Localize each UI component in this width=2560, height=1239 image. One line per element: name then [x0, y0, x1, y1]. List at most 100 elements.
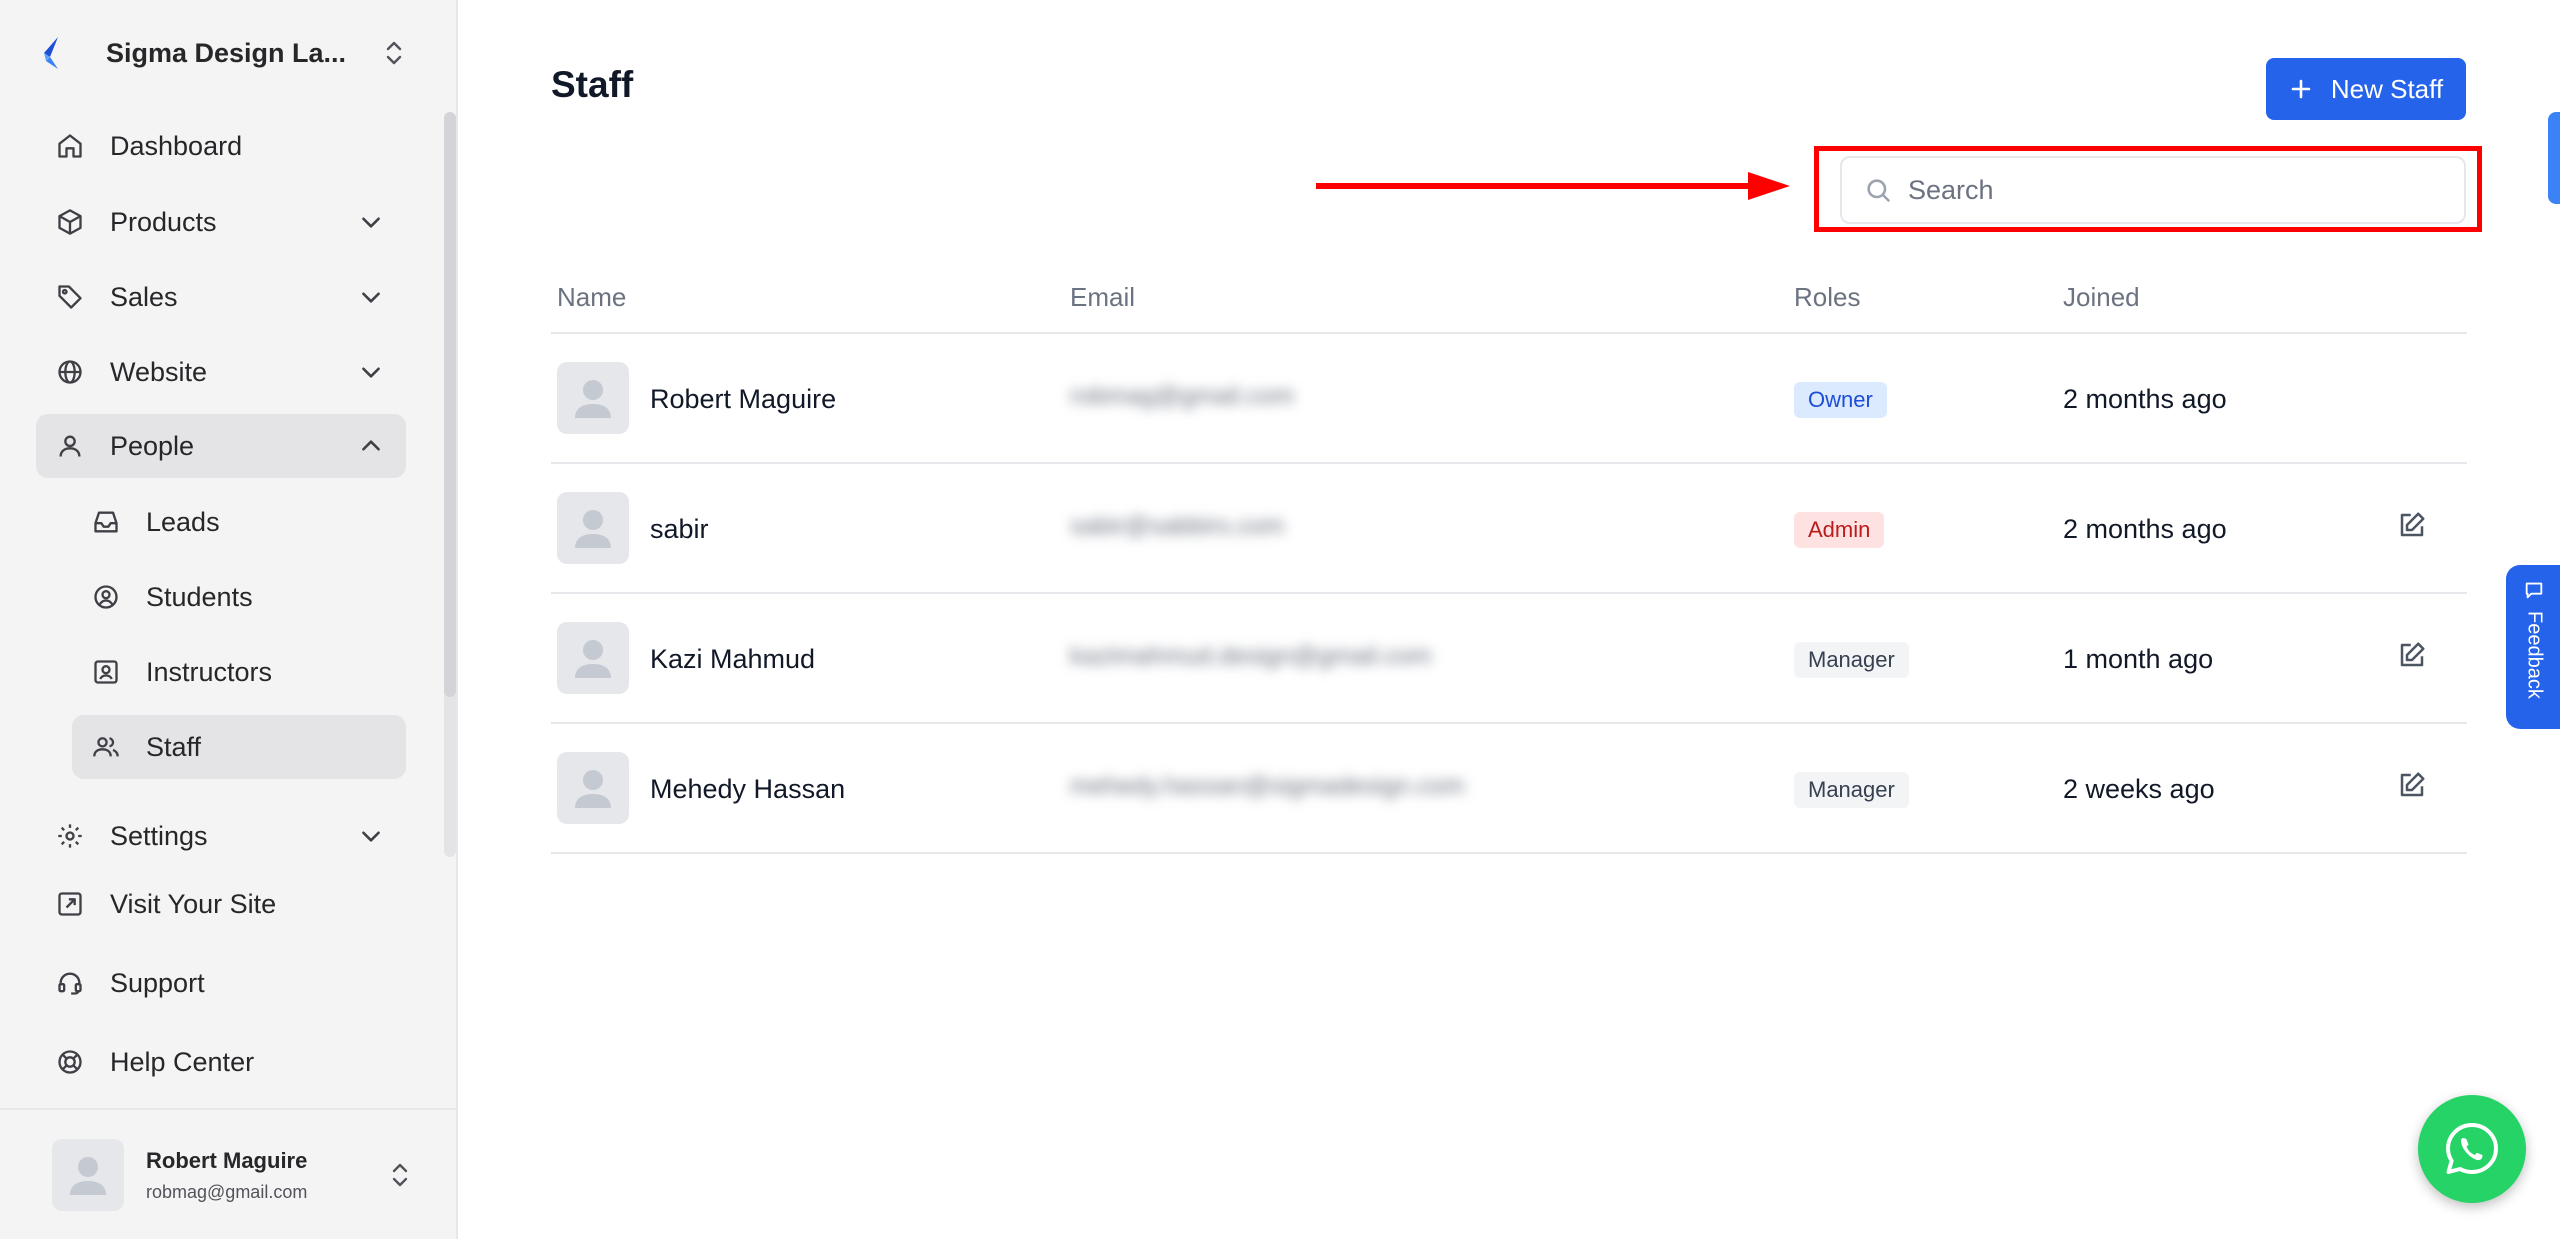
nav-leads[interactable]: Leads	[72, 490, 406, 554]
staff-email: kazimahmud.design@gmail.com	[1070, 642, 1432, 670]
scrollbar-thumb[interactable]	[444, 112, 456, 697]
box-icon	[58, 209, 82, 235]
nav-label: Visit Your Site	[110, 888, 277, 919]
avatar	[557, 622, 629, 694]
avatar	[52, 1139, 124, 1211]
table-header: Name Email Roles Joined	[551, 270, 2467, 334]
user-email: robmag@gmail.com	[146, 1181, 308, 1202]
chevron-up-down-icon	[392, 1163, 408, 1187]
nav-students[interactable]: Students	[72, 565, 406, 629]
table-row[interactable]: sabir sabir@sabbirs.com Admin 2 months a…	[551, 464, 2467, 594]
sidebar: Sigma Design La... Dashboard Products Sa…	[0, 0, 458, 1239]
whatsapp-icon	[2446, 1123, 2498, 1174]
chevron-down-icon	[362, 217, 380, 228]
column-header-joined[interactable]: Joined	[2063, 282, 2140, 313]
users-icon	[93, 737, 119, 757]
annotation-arrow	[1316, 172, 1790, 200]
whatsapp-button[interactable]	[2418, 1095, 2526, 1203]
role-badge: Admin	[1794, 512, 1885, 548]
nav-staff[interactable]: Staff	[72, 715, 406, 779]
column-header-email[interactable]: Email	[1070, 282, 1135, 313]
nav-label: Products	[110, 206, 217, 237]
joined-date: 2 months ago	[2063, 514, 2227, 544]
edit-icon[interactable]	[2397, 770, 2427, 800]
tag-icon	[58, 285, 82, 309]
new-staff-label: New Staff	[2330, 73, 2444, 104]
headset-icon	[58, 972, 82, 995]
lifebuoy-icon	[58, 1050, 82, 1074]
gear-icon	[58, 824, 82, 848]
staff-email: robmag@gmail.com	[1070, 382, 1295, 410]
plus-icon	[2291, 79, 2311, 99]
joined-date: 2 months ago	[2063, 384, 2227, 414]
staff-email: sabir@sabbirs.com	[1070, 512, 1285, 540]
role-badge: Owner	[1794, 382, 1887, 418]
chevron-down-icon	[362, 831, 380, 842]
nav-label: Settings	[110, 820, 208, 851]
chat-bubble-icon	[2525, 582, 2543, 599]
nav-visit-site[interactable]: Visit Your Site	[36, 872, 406, 936]
divider	[0, 1108, 458, 1110]
nav-label: Sales	[110, 281, 178, 312]
external-link-icon	[58, 892, 82, 916]
column-header-roles[interactable]: Roles	[1794, 282, 1860, 313]
nav-label: Support	[110, 967, 205, 998]
brand-logo-icon	[44, 37, 58, 69]
nav-products[interactable]: Products	[36, 190, 406, 254]
staff-name: Kazi Mahmud	[650, 644, 816, 674]
workspace-switcher[interactable]: Sigma Design La...	[36, 28, 406, 78]
page-title: Staff	[551, 64, 634, 105]
staff-name: Mehedy Hassan	[650, 774, 846, 804]
nav-label: Website	[110, 356, 208, 387]
table-row[interactable]: Kazi Mahmud kazimahmud.design@gmail.com …	[551, 594, 2467, 724]
avatar	[557, 492, 629, 564]
user-menu[interactable]: Robert Maguire robmag@gmail.com	[52, 1138, 412, 1212]
avatar	[557, 752, 629, 824]
nav-help-center[interactable]: Help Center	[36, 1030, 406, 1094]
nav-label: Dashboard	[110, 130, 243, 161]
user-name: Robert Maguire	[146, 1147, 308, 1173]
staff-name: Robert Maguire	[650, 384, 837, 414]
user-icon	[59, 435, 81, 457]
globe-icon	[58, 360, 82, 384]
nav-people[interactable]: People	[36, 414, 406, 478]
home-icon	[58, 134, 82, 158]
nav-settings[interactable]: Settings	[36, 804, 406, 868]
nav-support[interactable]: Support	[36, 951, 406, 1015]
chevron-down-icon	[362, 292, 380, 303]
new-staff-button[interactable]: New Staff	[2266, 58, 2466, 120]
nav-label: Staff	[146, 731, 202, 762]
sidebar-scrollbar[interactable]	[444, 112, 456, 857]
joined-date: 1 month ago	[2063, 644, 2214, 674]
joined-date: 2 weeks ago	[2063, 774, 2215, 804]
nav-label: Instructors	[146, 656, 273, 687]
role-badge: Manager	[1794, 772, 1909, 808]
inbox-icon	[94, 511, 118, 533]
chevron-up-down-icon	[386, 41, 402, 65]
user-square-icon	[94, 660, 118, 684]
search-input[interactable]	[1908, 174, 2464, 206]
avatar	[557, 362, 629, 434]
table-row[interactable]: Mehedy Hassan mehedy.hassan@sigmadesign.…	[551, 724, 2467, 854]
role-badge: Manager	[1794, 642, 1909, 678]
search-box[interactable]	[1840, 156, 2466, 224]
staff-name: sabir	[650, 514, 709, 544]
nav-label: Leads	[146, 506, 220, 537]
feedback-label: Feedback	[2523, 611, 2546, 699]
nav-label: Students	[146, 581, 253, 612]
table-row[interactable]: Robert Maguire robmag@gmail.com Owner 2 …	[551, 334, 2467, 464]
search-icon	[1867, 179, 1890, 202]
nav-sales[interactable]: Sales	[36, 265, 406, 329]
nav-dashboard[interactable]: Dashboard	[36, 114, 406, 178]
nav-website[interactable]: Website	[36, 340, 406, 404]
nav-label: People	[110, 430, 195, 461]
nav-instructors[interactable]: Instructors	[72, 640, 406, 704]
column-header-name[interactable]: Name	[557, 282, 626, 313]
edit-icon[interactable]	[2397, 640, 2427, 670]
chevron-up-icon	[362, 440, 380, 451]
staff-email: mehedy.hassan@sigmadesign.com	[1070, 772, 1465, 800]
feedback-tab[interactable]: Feedback	[2506, 565, 2560, 729]
edit-icon[interactable]	[2397, 510, 2427, 540]
nav-label: Help Center	[110, 1046, 255, 1077]
side-tab[interactable]	[2548, 112, 2560, 204]
